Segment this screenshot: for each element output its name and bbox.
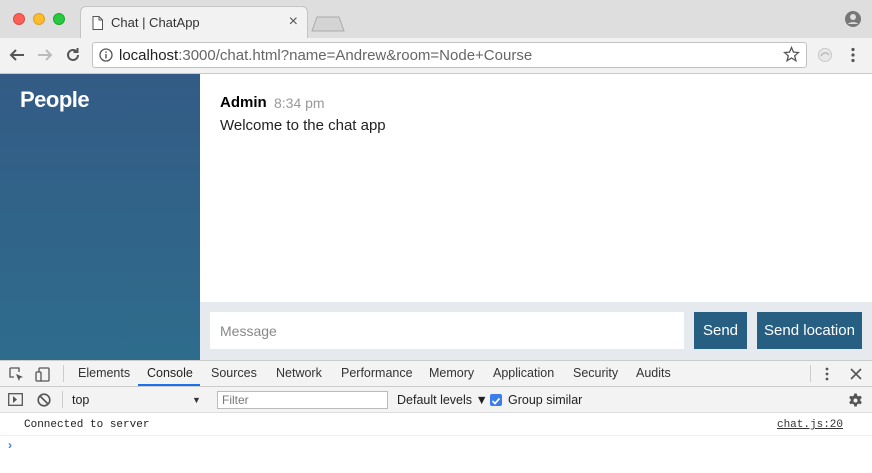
context-selector[interactable]: top: [72, 393, 89, 407]
browser-toolbar: localhost:3000/chat.html?name=Andrew&roo…: [0, 38, 872, 74]
devtools-tab-performance[interactable]: Performance: [341, 366, 413, 380]
active-tab-indicator: [138, 384, 200, 386]
message-time: 8:34 pm: [274, 95, 325, 111]
console-log-message: Connected to server: [24, 419, 150, 431]
devtools-tab-network[interactable]: Network: [276, 366, 322, 380]
tab-close-icon[interactable]: ×: [289, 13, 298, 31]
toolbar-divider: [62, 391, 63, 408]
chat-composer: Send Send location: [200, 302, 872, 360]
console-filterbar: top ▼ Default levels ▼ Group similar: [0, 387, 872, 413]
console-filter-input[interactable]: [217, 391, 388, 409]
log-levels-dropdown[interactable]: Default levels ▼: [397, 393, 488, 407]
console-settings-gear-icon[interactable]: [848, 393, 863, 413]
devtools-menu-icon[interactable]: [825, 367, 829, 386]
group-similar-checkbox[interactable]: [490, 394, 502, 406]
maximize-window-button[interactable]: [53, 13, 65, 25]
url-text: localhost:3000/chat.html?name=Andrew&roo…: [119, 47, 532, 64]
devtools-tab-application[interactable]: Application: [493, 366, 554, 380]
forward-arrow-icon[interactable]: [37, 47, 53, 68]
devtools-tab-console[interactable]: Console: [147, 366, 193, 380]
url-host: localhost: [119, 47, 179, 64]
bookmark-star-icon[interactable]: [782, 45, 801, 68]
inspect-element-icon[interactable]: [9, 367, 24, 387]
devtools-tabbar: Elements Console Sources Network Perform…: [0, 361, 872, 387]
message-author: Admin: [220, 94, 267, 111]
info-icon[interactable]: [99, 48, 113, 67]
url-path: :3000/chat.html?name=Andrew&room=Node+Co…: [178, 47, 533, 64]
people-sidebar: People: [0, 74, 200, 360]
devtools-tab-elements[interactable]: Elements: [78, 366, 130, 380]
send-button[interactable]: Send: [694, 312, 747, 349]
document-icon: [92, 16, 103, 35]
close-window-button[interactable]: [13, 13, 25, 25]
toolbar-divider: [810, 365, 811, 382]
devtools-tab-security[interactable]: Security: [573, 366, 618, 380]
show-sidebar-icon[interactable]: [8, 393, 23, 411]
device-toolbar-icon[interactable]: [35, 367, 50, 387]
devtools-tab-memory[interactable]: Memory: [429, 366, 474, 380]
message-input[interactable]: [210, 312, 684, 349]
group-similar-label: Group similar: [508, 393, 583, 407]
console-log-row: Connected to server chat.js:20: [0, 414, 872, 436]
people-heading: People: [20, 87, 90, 112]
message-body: Welcome to the chat app: [220, 117, 386, 134]
back-arrow-icon[interactable]: [9, 47, 25, 68]
tab-title: Chat | ChatApp: [111, 15, 200, 30]
new-tab-button[interactable]: [311, 16, 345, 37]
profile-icon[interactable]: [845, 11, 861, 32]
console-prompt-icon[interactable]: ›: [8, 438, 12, 452]
minimize-window-button[interactable]: [33, 13, 45, 25]
browser-titlebar: Chat | ChatApp ×: [0, 0, 872, 38]
toolbar-divider: [63, 365, 64, 382]
extension-icon[interactable]: [816, 47, 834, 68]
browser-tab[interactable]: Chat | ChatApp ×: [80, 6, 308, 38]
devtools-tab-sources[interactable]: Sources: [211, 366, 257, 380]
reload-icon[interactable]: [65, 47, 81, 68]
clear-console-icon[interactable]: [37, 393, 51, 412]
dropdown-arrow-icon[interactable]: ▼: [192, 395, 201, 405]
devtools-panel: Elements Console Sources Network Perform…: [0, 360, 872, 473]
devtools-close-icon[interactable]: [850, 367, 862, 385]
send-location-button[interactable]: Send location: [757, 312, 862, 349]
devtools-tab-audits[interactable]: Audits: [636, 366, 671, 380]
browser-menu-icon[interactable]: [851, 47, 855, 68]
address-bar[interactable]: localhost:3000/chat.html?name=Andrew&roo…: [92, 42, 807, 68]
console-log-source-link[interactable]: chat.js:20: [777, 419, 843, 431]
